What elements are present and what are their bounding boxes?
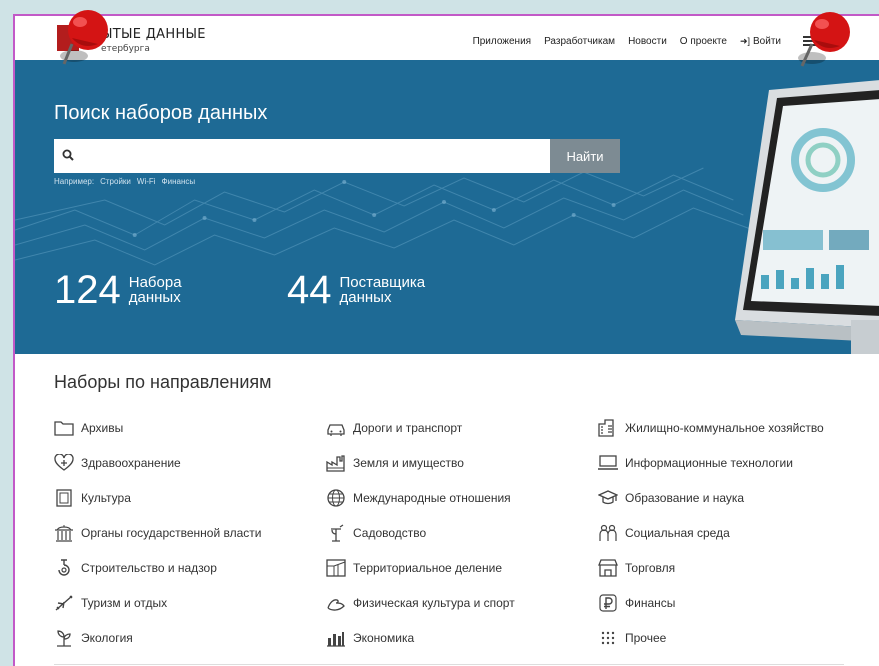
- globe-icon: [327, 489, 345, 507]
- stat-datasets[interactable]: 124 Набора данных: [54, 270, 182, 310]
- category-tourism[interactable]: Туризм и отдых: [54, 591, 326, 615]
- painting-icon: [56, 489, 72, 507]
- search-icon: [62, 149, 74, 161]
- categories-grid: Архивы Дороги и транспорт Жилищно-коммун…: [54, 416, 874, 661]
- browser-frame: ЫТЫЕ ДАННЫЕ етербурга Приложения Разрабо…: [13, 14, 879, 666]
- search-button[interactable]: Найти: [550, 139, 620, 173]
- chart-bars-icon: [327, 632, 345, 647]
- main-nav: Приложения Разработчикам Новости О проек…: [473, 36, 781, 47]
- category-economy[interactable]: Экономика: [326, 626, 598, 650]
- category-trade[interactable]: Торговля: [598, 556, 874, 580]
- dots-grid-icon: [601, 631, 615, 645]
- category-housing[interactable]: Жилищно-коммунальное хозяйство: [598, 416, 874, 440]
- category-label: Физическая культура и спорт: [353, 596, 515, 610]
- category-social[interactable]: Социальная среда: [598, 521, 874, 545]
- category-gardening[interactable]: Садоводство: [326, 521, 598, 545]
- category-construction[interactable]: Строительство и надзор: [54, 556, 326, 580]
- category-label: Органы государственной власти: [81, 526, 262, 540]
- category-label: Туризм и отдых: [81, 596, 168, 610]
- pushpin-icon: [60, 10, 108, 65]
- watering-can-icon: [331, 524, 344, 542]
- folder-icon: [54, 421, 74, 436]
- monitor-illustration: [735, 80, 879, 354]
- category-label: Дороги и транспорт: [353, 421, 463, 435]
- category-label: Торговля: [625, 561, 676, 575]
- category-it[interactable]: Информационные технологии: [598, 451, 874, 475]
- category-label: Здравоохранение: [81, 456, 181, 470]
- stat-number: 124: [54, 268, 121, 312]
- plant-icon: [57, 630, 71, 647]
- buildings-icon: [598, 419, 614, 437]
- category-finance[interactable]: Финансы: [598, 591, 874, 615]
- people-icon: [599, 524, 617, 541]
- laptop-icon: [598, 455, 618, 470]
- category-international[interactable]: Международные отношения: [326, 486, 598, 510]
- airplane-icon: [55, 595, 73, 611]
- nav-item-news[interactable]: Новости: [628, 36, 667, 47]
- category-label: Жилищно-коммунальное хозяйство: [625, 421, 824, 435]
- example-link[interactable]: Стройки: [100, 177, 131, 186]
- shop-icon: [598, 559, 618, 577]
- category-territorial[interactable]: Территориальное деление: [326, 556, 598, 580]
- graduation-cap-icon: [598, 490, 618, 505]
- category-label: Архивы: [81, 421, 124, 435]
- hero-title: Поиск наборов данных: [54, 102, 268, 124]
- factory-icon: [326, 455, 345, 472]
- category-label: Садоводство: [353, 526, 427, 540]
- category-education[interactable]: Образование и наука: [598, 486, 874, 510]
- login-icon: ➜]: [739, 36, 751, 46]
- crane-hook-icon: [58, 559, 70, 576]
- login-link[interactable]: ➜] Войти: [740, 36, 781, 47]
- search-input[interactable]: [82, 139, 542, 173]
- category-label: Экономика: [353, 631, 415, 645]
- category-label: Строительство и надзор: [81, 561, 217, 575]
- example-link[interactable]: Wi-Fi: [137, 177, 156, 186]
- car-icon: [327, 424, 345, 436]
- government-building-icon: [55, 525, 73, 542]
- categories-title: Наборы по направлениям: [54, 372, 272, 392]
- category-label: Экология: [81, 631, 133, 645]
- ruble-icon: [599, 594, 617, 612]
- category-label: Территориальное деление: [353, 561, 502, 575]
- category-label: Информационные технологии: [625, 456, 793, 470]
- stat-label: Набора данных: [128, 274, 182, 306]
- category-roads-transport[interactable]: Дороги и транспорт: [326, 416, 598, 440]
- hero-banner: Поиск наборов данных Найти Например: Стр…: [15, 60, 879, 354]
- example-link[interactable]: Финансы: [162, 177, 196, 186]
- search-examples: Например: Стройки Wi-Fi Финансы: [54, 177, 195, 186]
- category-label: Культура: [81, 491, 131, 505]
- category-ecology[interactable]: Экология: [54, 626, 326, 650]
- stat-number: 44: [287, 268, 332, 312]
- category-archives[interactable]: Архивы: [54, 416, 326, 440]
- category-label: Образование и наука: [625, 491, 745, 505]
- map-grid-icon: [326, 559, 346, 577]
- nav-item-about[interactable]: О проекте: [680, 36, 727, 47]
- search-box: [54, 139, 550, 173]
- category-healthcare[interactable]: Здравоохранение: [54, 451, 326, 475]
- stat-label: Поставщика данных: [339, 274, 426, 306]
- login-label: Войти: [753, 36, 781, 47]
- stat-providers[interactable]: 44 Поставщика данных: [287, 270, 425, 310]
- category-label: Прочее: [625, 631, 667, 645]
- category-land-property[interactable]: Земля и имущество: [326, 451, 598, 475]
- site-header: ЫТЫЕ ДАННЫЕ етербурга Приложения Разрабо…: [15, 16, 879, 60]
- muscle-icon: [327, 599, 345, 611]
- category-other[interactable]: Прочее: [598, 626, 874, 650]
- heart-plus-icon: [54, 454, 74, 471]
- nav-item-developers[interactable]: Разработчикам: [544, 36, 615, 47]
- category-government[interactable]: Органы государственной власти: [54, 521, 326, 545]
- examples-prefix: Например:: [54, 177, 95, 186]
- category-label: Социальная среда: [625, 526, 730, 540]
- section-divider: [54, 664, 844, 665]
- category-culture[interactable]: Культура: [54, 486, 326, 510]
- category-label: Международные отношения: [353, 491, 511, 505]
- category-sport[interactable]: Физическая культура и спорт: [326, 591, 598, 615]
- category-label: Финансы: [625, 596, 676, 610]
- category-label: Земля и имущество: [353, 456, 464, 470]
- nav-item-apps[interactable]: Приложения: [473, 36, 532, 47]
- pushpin-icon: [798, 12, 850, 67]
